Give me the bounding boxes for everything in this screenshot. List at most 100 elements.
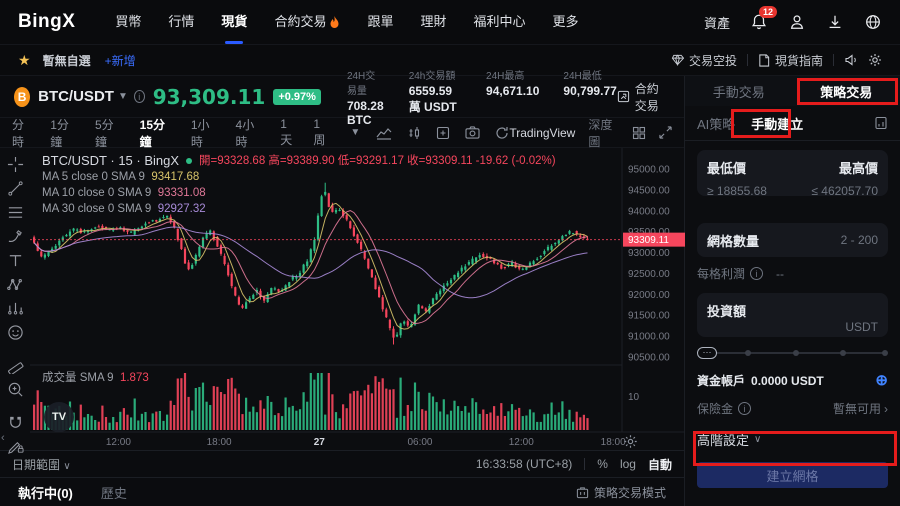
ma-line-MA5 bbox=[34, 203, 587, 329]
chart-style-icon[interactable] bbox=[376, 126, 392, 140]
deposit-plus-icon[interactable]: ⊕ bbox=[875, 373, 888, 388]
reset-chart-icon[interactable] bbox=[495, 126, 509, 140]
divider bbox=[833, 54, 834, 66]
advanced-settings-toggle[interactable]: 高階設定 ∨ bbox=[697, 430, 888, 449]
tab-tradingview[interactable]: TradingView bbox=[509, 126, 575, 140]
nav-rewards[interactable]: 福利中心 bbox=[473, 0, 525, 44]
interval-1h[interactable]: 1小時 bbox=[191, 116, 221, 150]
info-icon[interactable]: i bbox=[750, 267, 763, 280]
slider-dot[interactable] bbox=[882, 350, 888, 356]
nav-wealth[interactable]: 理財 bbox=[420, 0, 446, 44]
interval-more-icon[interactable]: ▼ bbox=[350, 127, 360, 138]
trade-airdrop-link[interactable]: 交易空投 bbox=[671, 52, 737, 69]
text-tool-icon[interactable] bbox=[4, 252, 26, 269]
tab-history-orders[interactable]: 歷史 bbox=[101, 483, 127, 502]
nav-futures[interactable]: 合約交易 bbox=[274, 0, 340, 44]
slider-dot[interactable] bbox=[745, 350, 751, 356]
camera-icon[interactable] bbox=[465, 126, 480, 139]
svg-text:93309.11: 93309.11 bbox=[628, 235, 669, 246]
interval-1d[interactable]: 1天 bbox=[280, 117, 298, 148]
tab-depth-chart[interactable]: 深度圖 bbox=[588, 116, 619, 150]
grid-layout-icon[interactable] bbox=[632, 126, 646, 140]
change-badge: +0.97% bbox=[273, 89, 321, 105]
compare-icon[interactable] bbox=[436, 126, 450, 140]
interval-5m[interactable]: 5分鐘 bbox=[95, 116, 125, 150]
tab-strategy-trade[interactable]: 策略交易 bbox=[793, 76, 900, 106]
trendline-tool-icon[interactable] bbox=[4, 180, 26, 197]
brush-tool-icon[interactable] bbox=[4, 228, 26, 245]
strategy-mode-link[interactable]: 策略交易模式 bbox=[576, 484, 666, 501]
interval-1m[interactable]: 1分鐘 bbox=[50, 116, 80, 150]
measure-tool-icon[interactable] bbox=[4, 357, 26, 374]
spot-guide-link[interactable]: 現貨指南 bbox=[758, 52, 823, 69]
nav-spot[interactable]: 現貨 bbox=[221, 0, 247, 44]
nav-right-group: 資產 12 bbox=[704, 13, 882, 32]
tab-manual-create[interactable]: 手動建立 bbox=[751, 114, 803, 133]
interval-4h[interactable]: 4小時 bbox=[236, 116, 266, 150]
insurance-available-link[interactable]: 暫無可用 › bbox=[833, 400, 888, 417]
add-favorite-link[interactable]: +新增 bbox=[105, 52, 136, 69]
slider-dot[interactable] bbox=[840, 350, 846, 356]
divider bbox=[584, 458, 585, 470]
go-futures-link[interactable]: 合約交易 bbox=[617, 80, 670, 114]
interval-15m[interactable]: 15分鐘 bbox=[140, 116, 176, 150]
percent-scale-toggle[interactable]: % bbox=[597, 457, 608, 471]
announcement-icon[interactable] bbox=[844, 53, 858, 67]
nav-more[interactable]: 更多 bbox=[553, 0, 579, 44]
fullscreen-icon[interactable] bbox=[659, 126, 672, 139]
slider-dot[interactable] bbox=[793, 350, 799, 356]
profile-icon[interactable] bbox=[788, 13, 806, 31]
nav-buy-crypto[interactable]: 買幣 bbox=[115, 0, 141, 44]
favorite-star-icon[interactable]: ★ bbox=[18, 52, 31, 69]
tab-running-orders[interactable]: 執行中(0) bbox=[18, 483, 73, 502]
notification-bell-icon[interactable]: 12 bbox=[750, 13, 768, 31]
assets-menu[interactable]: 資產 bbox=[704, 13, 730, 32]
tab-ai-strategy[interactable]: AI策略 bbox=[697, 114, 735, 133]
toolbar-collapse-icon[interactable]: ‹ bbox=[1, 432, 5, 444]
pair-selector[interactable]: BTC/USDT bbox=[38, 88, 114, 105]
strategy-mode-icon bbox=[576, 486, 589, 499]
info-icon[interactable]: i bbox=[738, 402, 751, 415]
investment-label: 投資額 bbox=[707, 301, 878, 320]
tab-manual-trade[interactable]: 手動交易 bbox=[685, 76, 793, 106]
interval-time[interactable]: 分時 bbox=[12, 116, 35, 150]
pair-info-icon[interactable]: i bbox=[134, 90, 145, 103]
slider-handle[interactable]: ⋯ bbox=[697, 347, 717, 359]
create-grid-button[interactable]: 建立網格 bbox=[697, 462, 888, 488]
log-scale-toggle[interactable]: log bbox=[620, 457, 636, 471]
axis-settings-gear-icon[interactable] bbox=[623, 434, 639, 450]
fib-tool-icon[interactable] bbox=[4, 204, 26, 221]
emoji-tool-icon[interactable] bbox=[4, 324, 26, 341]
bingx-logo[interactable]: BingX bbox=[18, 11, 75, 33]
zoom-in-tool-icon[interactable] bbox=[4, 381, 26, 398]
settings-gear-icon[interactable] bbox=[868, 53, 882, 67]
interval-1w[interactable]: 1周 bbox=[313, 117, 331, 148]
svg-text:95000.00: 95000.00 bbox=[628, 165, 670, 176]
nav-markets[interactable]: 行情 bbox=[168, 0, 194, 44]
crosshair-tool-icon[interactable] bbox=[4, 156, 26, 173]
grid-count-field[interactable]: 網格數量 2 - 200 bbox=[697, 223, 888, 257]
strategy-board-icon[interactable] bbox=[874, 116, 888, 130]
investment-slider[interactable]: ⋯ bbox=[697, 346, 888, 360]
investment-field[interactable]: 投資額 USDT bbox=[697, 293, 888, 337]
magnet-tool-icon[interactable] bbox=[4, 414, 26, 431]
language-globe-icon[interactable] bbox=[864, 13, 882, 31]
clock-utc[interactable]: 16:33:58 (UTC+8) bbox=[476, 457, 572, 471]
download-app-icon[interactable] bbox=[826, 13, 844, 31]
pattern-tool-icon[interactable] bbox=[4, 276, 26, 293]
candlestick-chart[interactable]: 95000.0094500.0094000.0093500.0093000.00… bbox=[30, 148, 685, 450]
price-range-field[interactable]: 最低價 最高價 ≥ 18855.68 ≤ 462057.70 bbox=[697, 150, 888, 196]
date-range-selector[interactable]: 日期範圍 ∨ bbox=[12, 456, 71, 473]
volume-bars bbox=[33, 373, 589, 430]
indicators-icon[interactable] bbox=[407, 126, 421, 140]
auto-scale-toggle[interactable]: 自動 bbox=[648, 456, 672, 473]
position-tool-icon[interactable] bbox=[4, 300, 26, 317]
tradingview-logo[interactable]: TV bbox=[44, 402, 74, 432]
ticker-bar: B BTC/USDT ▼ i 93,309.11 +0.97% 24H交易量70… bbox=[0, 76, 684, 118]
insurance-row: 保險金 i 暫無可用 › bbox=[697, 400, 888, 417]
nav-copy-trading[interactable]: 跟單 bbox=[367, 0, 393, 44]
fund-account-row: 資金帳戶 0.0000 USDT ⊕ bbox=[697, 372, 888, 389]
watchlist-empty-text: 暫無自選 bbox=[43, 52, 91, 69]
lock-drawings-icon[interactable] bbox=[4, 438, 26, 455]
grid-form: 最低價 最高價 ≥ 18855.68 ≤ 462057.70 網格數量 2 - … bbox=[685, 141, 900, 488]
